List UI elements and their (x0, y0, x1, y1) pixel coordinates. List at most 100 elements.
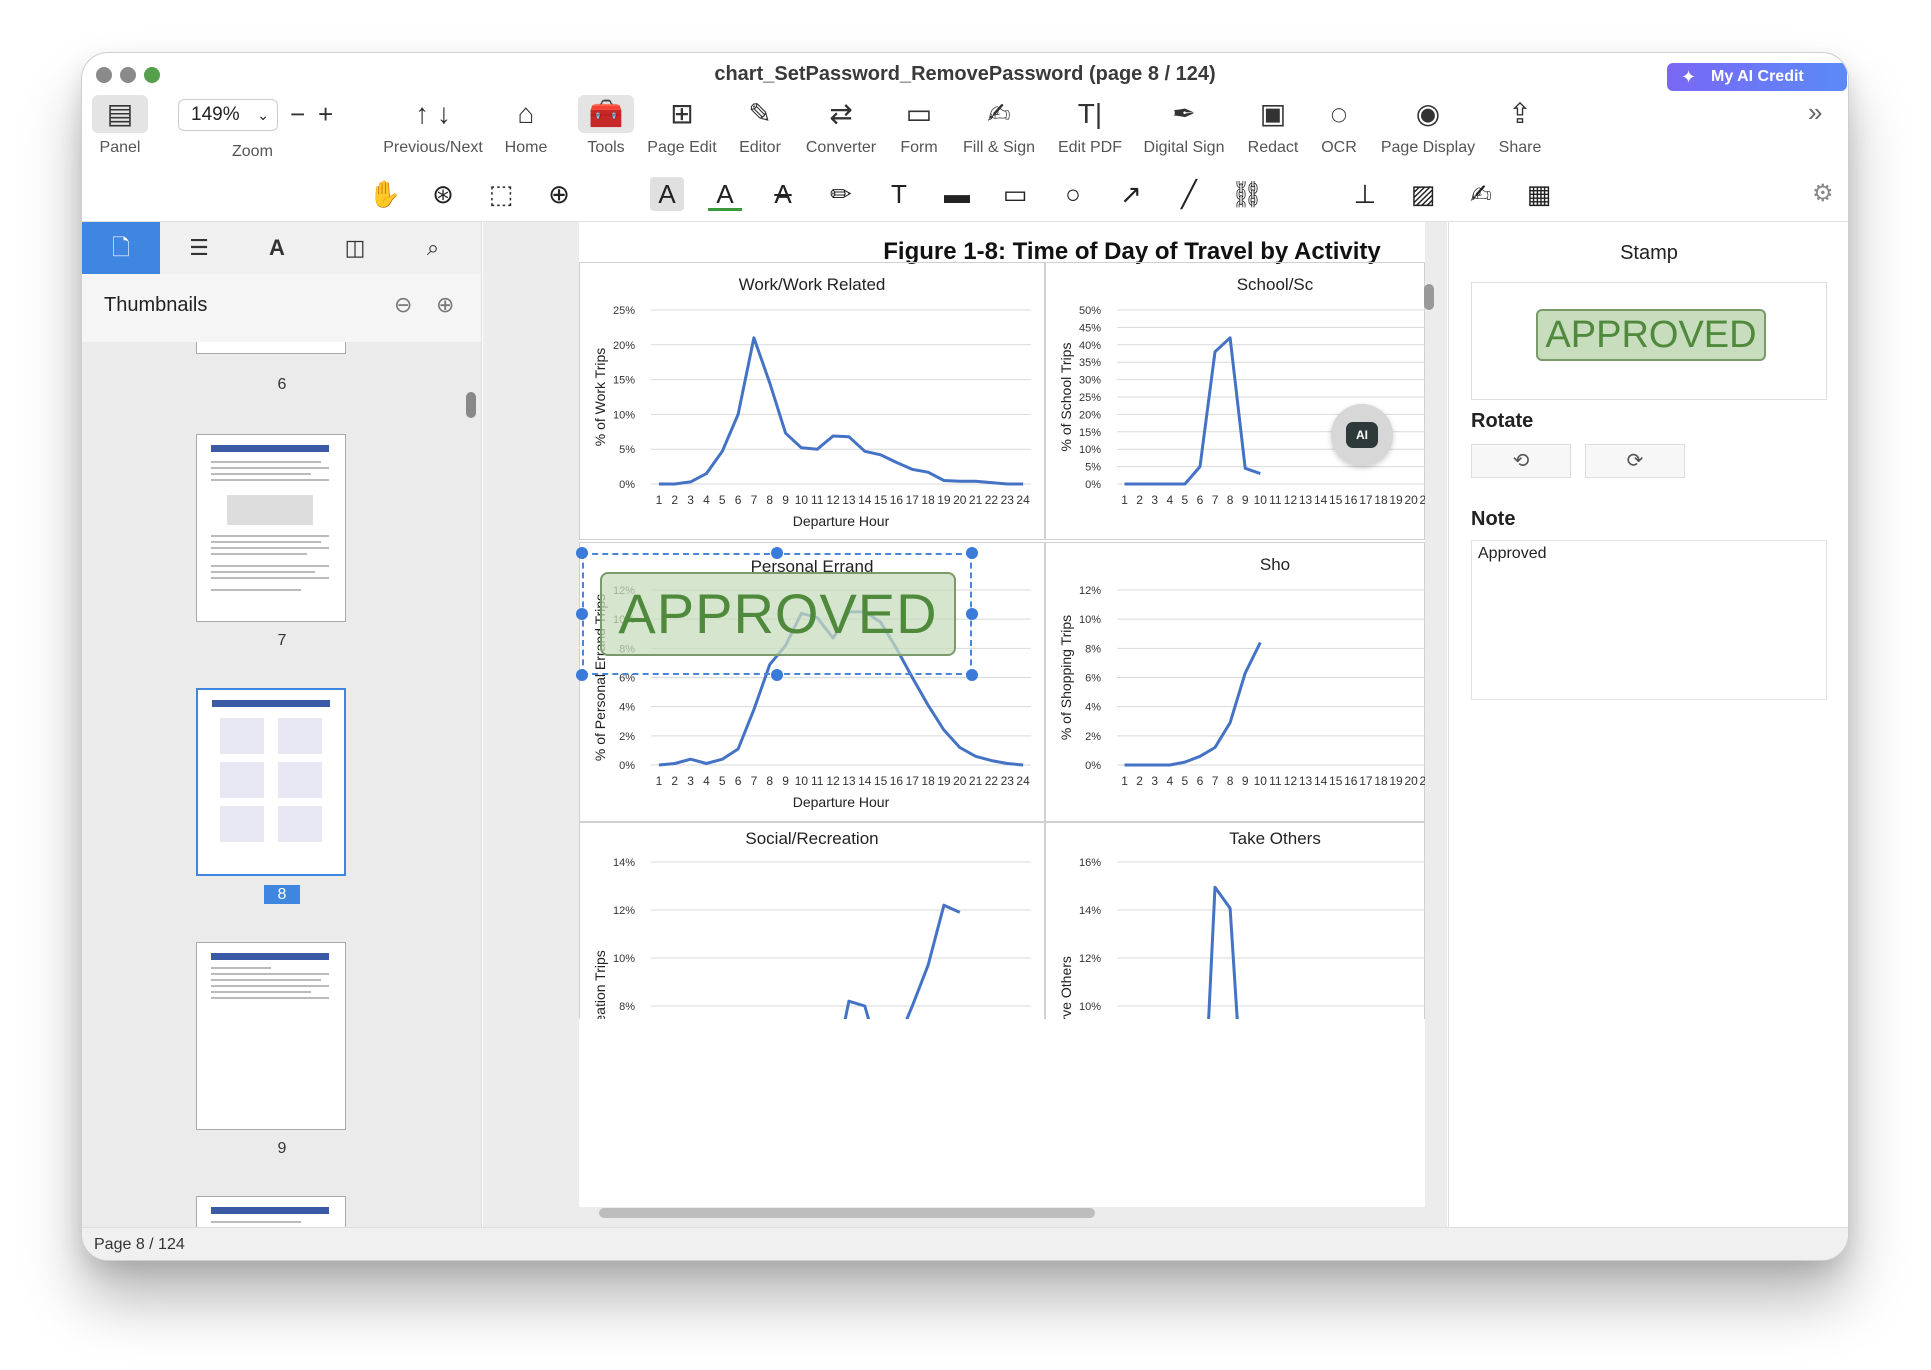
document-vertical-scrollbar[interactable] (1424, 284, 1434, 310)
share-button[interactable]: ⇪ Share (1492, 95, 1548, 159)
strikethrough-icon[interactable]: A (766, 177, 800, 211)
digital-sign-button[interactable]: ✒ Digital Sign (1136, 95, 1232, 159)
y-tick-label: 0% (619, 479, 635, 491)
resize-handle[interactable] (771, 547, 783, 559)
resize-handle[interactable] (966, 608, 978, 620)
thumbnail-list: 6 7 8 9 (82, 342, 481, 1227)
table-icon[interactable]: ▦ (1522, 177, 1556, 211)
x-tick-label: 20 (1404, 774, 1418, 788)
page-display-button[interactable]: ◉ Page Display (1372, 95, 1484, 159)
editor-button[interactable]: ✎ Editor (730, 95, 790, 159)
more-chevron-icon[interactable]: » (1808, 97, 1822, 128)
thumbnail-page-7[interactable] (196, 434, 346, 622)
tab-search[interactable]: ⌕ (394, 222, 472, 274)
zoom-out-button[interactable]: − (290, 99, 305, 130)
hand-tool-icon[interactable]: ✋ (368, 177, 402, 211)
pen-nib-icon: ✒ (1172, 98, 1196, 129)
x-tick-label: 13 (842, 493, 856, 507)
x-tick-label: 19 (937, 493, 951, 507)
line-icon[interactable]: ╱ (1172, 177, 1206, 211)
thumbnail-page-9[interactable] (196, 942, 346, 1130)
underline-text-icon[interactable]: A (708, 177, 742, 211)
thumbnail-page-8[interactable] (196, 688, 346, 876)
fill-sign-button[interactable]: ✍ Fill & Sign (954, 95, 1044, 159)
x-tick-label: 20 (953, 493, 967, 507)
zoom-label: Zoom (232, 143, 273, 160)
charts-group: 0%5%10%15%20%25%1 2 3 4 5 6 7 8 9 10 11 12 13 14 15 16 1… (579, 262, 1425, 1019)
home-button[interactable]: ⌂ Home (496, 95, 556, 159)
zoom-select[interactable]: 149% ⌄ (178, 99, 278, 131)
document-horizontal-scrollbar[interactable] (599, 1208, 1095, 1218)
x-tick-label: 23 (1001, 493, 1015, 507)
thumbnail-zoom-in-icon[interactable]: ⊕ (436, 292, 454, 318)
resize-handle[interactable] (576, 669, 588, 681)
y-tick-label: 35% (1079, 357, 1101, 369)
stamp-icon[interactable]: ⊥ (1348, 177, 1382, 211)
resize-handle[interactable] (576, 547, 588, 559)
resize-handle[interactable] (966, 547, 978, 559)
x-tick-label: 7 (751, 774, 758, 788)
select-text-icon[interactable]: ⊛ (426, 177, 460, 211)
resize-handle[interactable] (771, 669, 783, 681)
sidebar-scrollbar[interactable] (466, 392, 476, 418)
ai-assistant-button[interactable]: AI (1331, 404, 1393, 466)
rotate-left-button[interactable]: ⟲ (1471, 444, 1571, 478)
tab-annotations[interactable]: A (238, 222, 316, 274)
panel-button[interactable]: ▤ Panel (92, 95, 148, 159)
resize-handle[interactable] (576, 608, 588, 620)
link-icon[interactable]: ⛓ (1230, 177, 1264, 211)
rotate-right-button[interactable]: ⟳ (1585, 444, 1685, 478)
chart-frame (1045, 822, 1425, 1019)
arrow-icon[interactable]: ↗ (1114, 177, 1148, 211)
ai-credit-button[interactable]: ✦ My AI Credit (1667, 63, 1847, 91)
form-button[interactable]: ▭ Form (892, 95, 946, 159)
edit-pdf-button[interactable]: T| Edit PDF (1052, 95, 1128, 159)
x-tick-label: 21 (1420, 493, 1425, 507)
x-tick-label: 10 (795, 493, 809, 507)
resize-handle[interactable] (966, 669, 978, 681)
x-tick-label: 9 (1242, 493, 1249, 507)
text-box-icon[interactable]: T (882, 177, 916, 211)
digital-sign-label: Digital Sign (1143, 139, 1225, 156)
y-tick-label: 0% (1085, 479, 1101, 491)
highlight-text-icon[interactable]: A (650, 177, 684, 211)
pencil-icon[interactable]: ✏ (824, 177, 858, 211)
y-tick-label: 30% (1079, 375, 1101, 387)
thumbnail-zoom-out-icon[interactable]: ⊖ (394, 292, 412, 318)
tab-outline[interactable]: ☰ (160, 222, 238, 274)
ocr-button[interactable]: ◯ OCR (1314, 95, 1364, 159)
rectangle-icon[interactable]: ▭ (998, 177, 1032, 211)
previous-next-button[interactable]: ↑ ↓ Previous/Next (378, 95, 488, 159)
previous-next-label: Previous/Next (383, 139, 483, 156)
annotation-toolbar: ✋ ⊛ ⬚ ⊕ A A A ✏ T ▬ ▭ ○ ↗ ╱ ⛓ ⊥ ▨ ✍ ▦ (82, 177, 1848, 211)
tools-button[interactable]: 🧰 Tools (578, 95, 634, 159)
series-line (843, 903, 961, 1019)
home-label: Home (504, 139, 548, 156)
thumbnail-page-10[interactable] (196, 1196, 346, 1227)
page-edit-button[interactable]: ⊞ Page Edit (642, 95, 722, 159)
thumbnail-page-6[interactable] (196, 342, 346, 354)
redact-button[interactable]: ▣ Redact (1240, 95, 1306, 159)
y-tick-label: 15% (613, 375, 635, 387)
tab-thumbnails[interactable]: 🗋 (82, 222, 160, 274)
y-axis-label: % of Shopping Trips (1058, 615, 1074, 740)
chart-title: Take Others (1229, 829, 1321, 848)
note-input[interactable]: Approved (1471, 540, 1827, 700)
x-tick-label: 7 (1212, 774, 1219, 788)
zoom-in-button[interactable]: + (318, 99, 333, 130)
area-select-icon[interactable]: ⬚ (484, 177, 518, 211)
signature-icon[interactable]: ✍ (1464, 177, 1498, 211)
circle-icon[interactable]: ○ (1056, 177, 1090, 211)
y-tick-label: 12% (613, 905, 635, 917)
gear-icon[interactable]: ⚙ (1812, 179, 1834, 208)
zoom-area-icon[interactable]: ⊕ (542, 177, 576, 211)
redact-label: Redact (1247, 139, 1299, 156)
image-icon[interactable]: ▨ (1406, 177, 1440, 211)
converter-button[interactable]: ⇄ Converter (798, 95, 884, 159)
stamp-preview-box[interactable]: APPROVED (1471, 282, 1827, 400)
comment-icon[interactable]: ▬ (940, 177, 974, 211)
tab-snapshot[interactable]: ◫ (316, 222, 394, 274)
y-tick-label: 45% (1079, 322, 1101, 334)
x-tick-label: 15 (1329, 774, 1343, 788)
approved-stamp[interactable]: APPROVED (600, 572, 956, 656)
